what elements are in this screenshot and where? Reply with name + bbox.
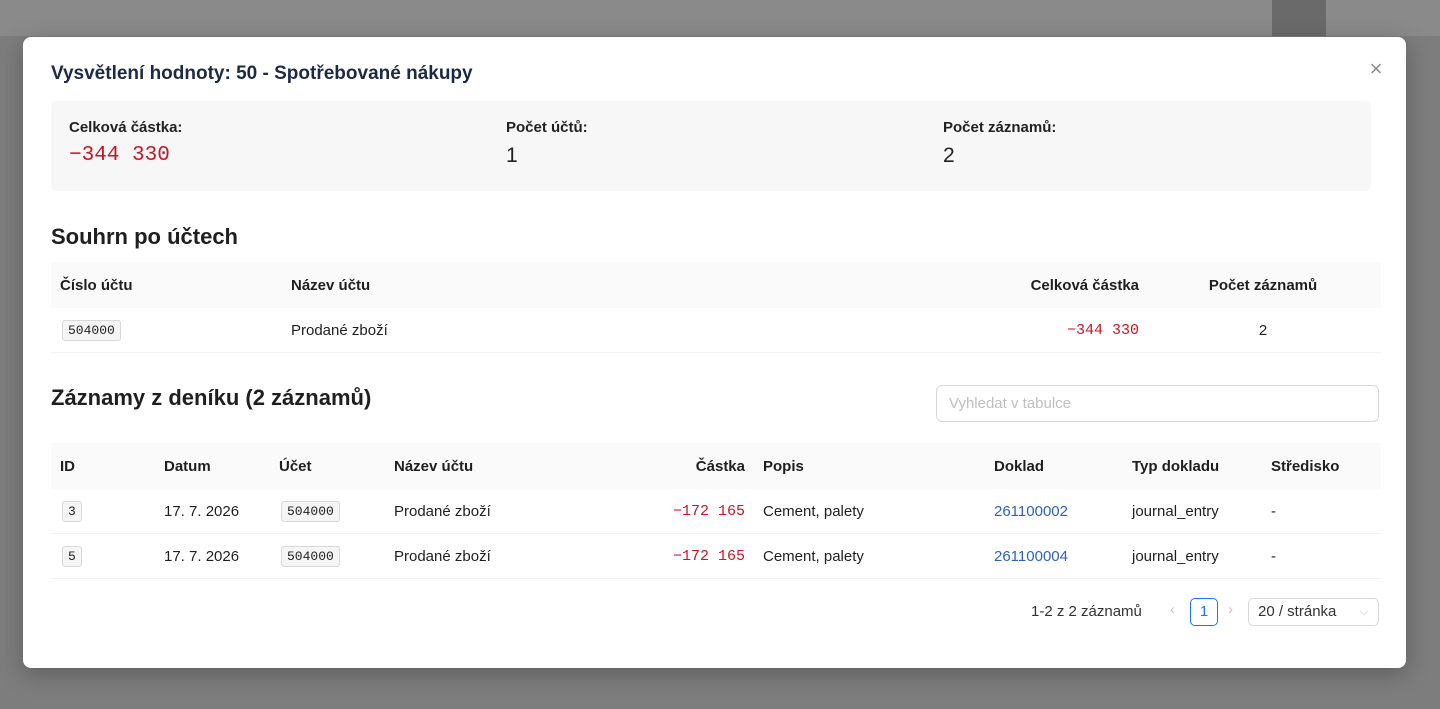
- account-code-tag: 504000: [62, 319, 121, 341]
- stat-record-count: Počet záznamů: 2: [943, 119, 1056, 168]
- stat-records-label: Počet záznamů:: [943, 119, 1057, 136]
- col-account-name[interactable]: Název účtu: [291, 262, 370, 308]
- table-search-input[interactable]: [936, 385, 1379, 422]
- center-cell: -: [1271, 502, 1276, 520]
- amount-value: −172 165: [672, 547, 745, 565]
- col-account-name[interactable]: Název účtu: [394, 443, 473, 489]
- stat-account-count: Počet účtů: 1: [506, 119, 588, 168]
- record-count-cell: 2: [1258, 321, 1268, 339]
- page-size-value: 20 / stránka: [1258, 603, 1337, 620]
- document-type-cell: journal_entry: [1132, 547, 1219, 565]
- stat-total-label: Celková částka:: [69, 119, 183, 136]
- stat-accounts-label: Počet účtů:: [506, 119, 588, 136]
- page-size-select[interactable]: 20 / stránka ⌵: [1248, 598, 1379, 626]
- value-explanation-modal: Vysvětlení hodnoty: 50 - Spotřebované ná…: [23, 37, 1406, 668]
- journal-table-header: ID Datum Účet Název účtu Částka Popis Do…: [51, 443, 1381, 489]
- summary-table: Číslo účtu Název účtu Celková částka Poč…: [51, 262, 1381, 353]
- amount-value: −172 165: [672, 502, 745, 520]
- document-link[interactable]: 261100002: [994, 503, 1068, 520]
- account-name-cell: Prodané zboží: [394, 502, 491, 520]
- total-amount-value: −344 330: [1066, 321, 1139, 339]
- account-name-cell: Prodané zboží: [394, 547, 491, 565]
- account-code-tag: 504000: [281, 545, 340, 567]
- total-amount-cell: −344 330: [951, 308, 1139, 352]
- modal-title: Vysvětlení hodnoty: 50 - Spotřebované ná…: [51, 63, 473, 84]
- col-center[interactable]: Středisko: [1271, 443, 1339, 489]
- id-tag: 3: [62, 500, 82, 522]
- col-account[interactable]: Účet: [279, 443, 312, 489]
- description-cell: Cement, palety: [763, 547, 864, 565]
- id-tag: 5: [62, 545, 82, 567]
- summary-section-title: Souhrn po účtech: [51, 224, 238, 249]
- center-cell: -: [1271, 547, 1276, 565]
- close-icon[interactable]: ×: [1366, 58, 1386, 80]
- col-description[interactable]: Popis: [763, 443, 804, 489]
- stat-records-value: 2: [943, 144, 955, 167]
- col-amount[interactable]: Částka: [631, 443, 745, 489]
- col-document[interactable]: Doklad: [994, 443, 1044, 489]
- background-app-header: [0, 0, 1440, 36]
- account-cell: 504000: [281, 534, 340, 578]
- id-cell: 5: [62, 534, 82, 578]
- journal-table: ID Datum Účet Název účtu Částka Popis Do…: [51, 443, 1381, 579]
- col-total-amount[interactable]: Celková částka: [951, 262, 1139, 308]
- table-row[interactable]: 5 17. 7. 2026 504000 Prodané zboží −172 …: [51, 534, 1381, 579]
- description-cell: Cement, palety: [763, 502, 864, 520]
- document-link[interactable]: 261100004: [994, 548, 1068, 565]
- summary-table-header: Číslo účtu Název účtu Celková částka Poč…: [51, 262, 1381, 308]
- prev-page-icon[interactable]: ‹: [1170, 601, 1175, 618]
- col-document-type[interactable]: Typ dokladu: [1132, 443, 1219, 489]
- stat-total-value: −344 330: [69, 144, 170, 167]
- document-cell: 261100004: [994, 534, 1068, 578]
- date-cell: 17. 7. 2026: [164, 502, 240, 520]
- document-cell: 261100002: [994, 489, 1068, 533]
- stats-summary-card: Celková částka: −344 330 Počet účtů: 1 P…: [51, 101, 1371, 191]
- id-cell: 3: [62, 489, 82, 533]
- document-type-cell: journal_entry: [1132, 502, 1219, 520]
- journal-section-title: Záznamy z deníku (2 záznamů): [51, 385, 372, 410]
- stat-total-amount: Celková částka: −344 330: [69, 119, 182, 167]
- stat-accounts-value: 1: [506, 144, 518, 167]
- col-date[interactable]: Datum: [164, 443, 211, 489]
- col-id[interactable]: ID: [60, 443, 75, 489]
- date-cell: 17. 7. 2026: [164, 547, 240, 565]
- table-row[interactable]: 3 17. 7. 2026 504000 Prodané zboží −172 …: [51, 489, 1381, 534]
- account-cell: 504000: [281, 489, 340, 533]
- background-app-element: [1272, 0, 1326, 36]
- page-1-button[interactable]: 1: [1190, 598, 1218, 626]
- pagination-total: 1-2 z 2 záznamů: [1031, 603, 1142, 620]
- next-page-icon[interactable]: ›: [1228, 601, 1233, 618]
- account-name-cell: Prodané zboží: [291, 321, 388, 339]
- chevron-down-icon: ⌵: [1359, 606, 1368, 618]
- account-code-tag: 504000: [281, 500, 340, 522]
- col-record-count[interactable]: Počet záznamů: [1191, 262, 1335, 308]
- amount-cell: −172 165: [631, 534, 745, 578]
- col-account-number[interactable]: Číslo účtu: [60, 262, 133, 308]
- table-row[interactable]: 504000 Prodané zboží −344 330 2: [51, 308, 1381, 353]
- account-number-cell: 504000: [62, 308, 121, 352]
- amount-cell: −172 165: [631, 489, 745, 533]
